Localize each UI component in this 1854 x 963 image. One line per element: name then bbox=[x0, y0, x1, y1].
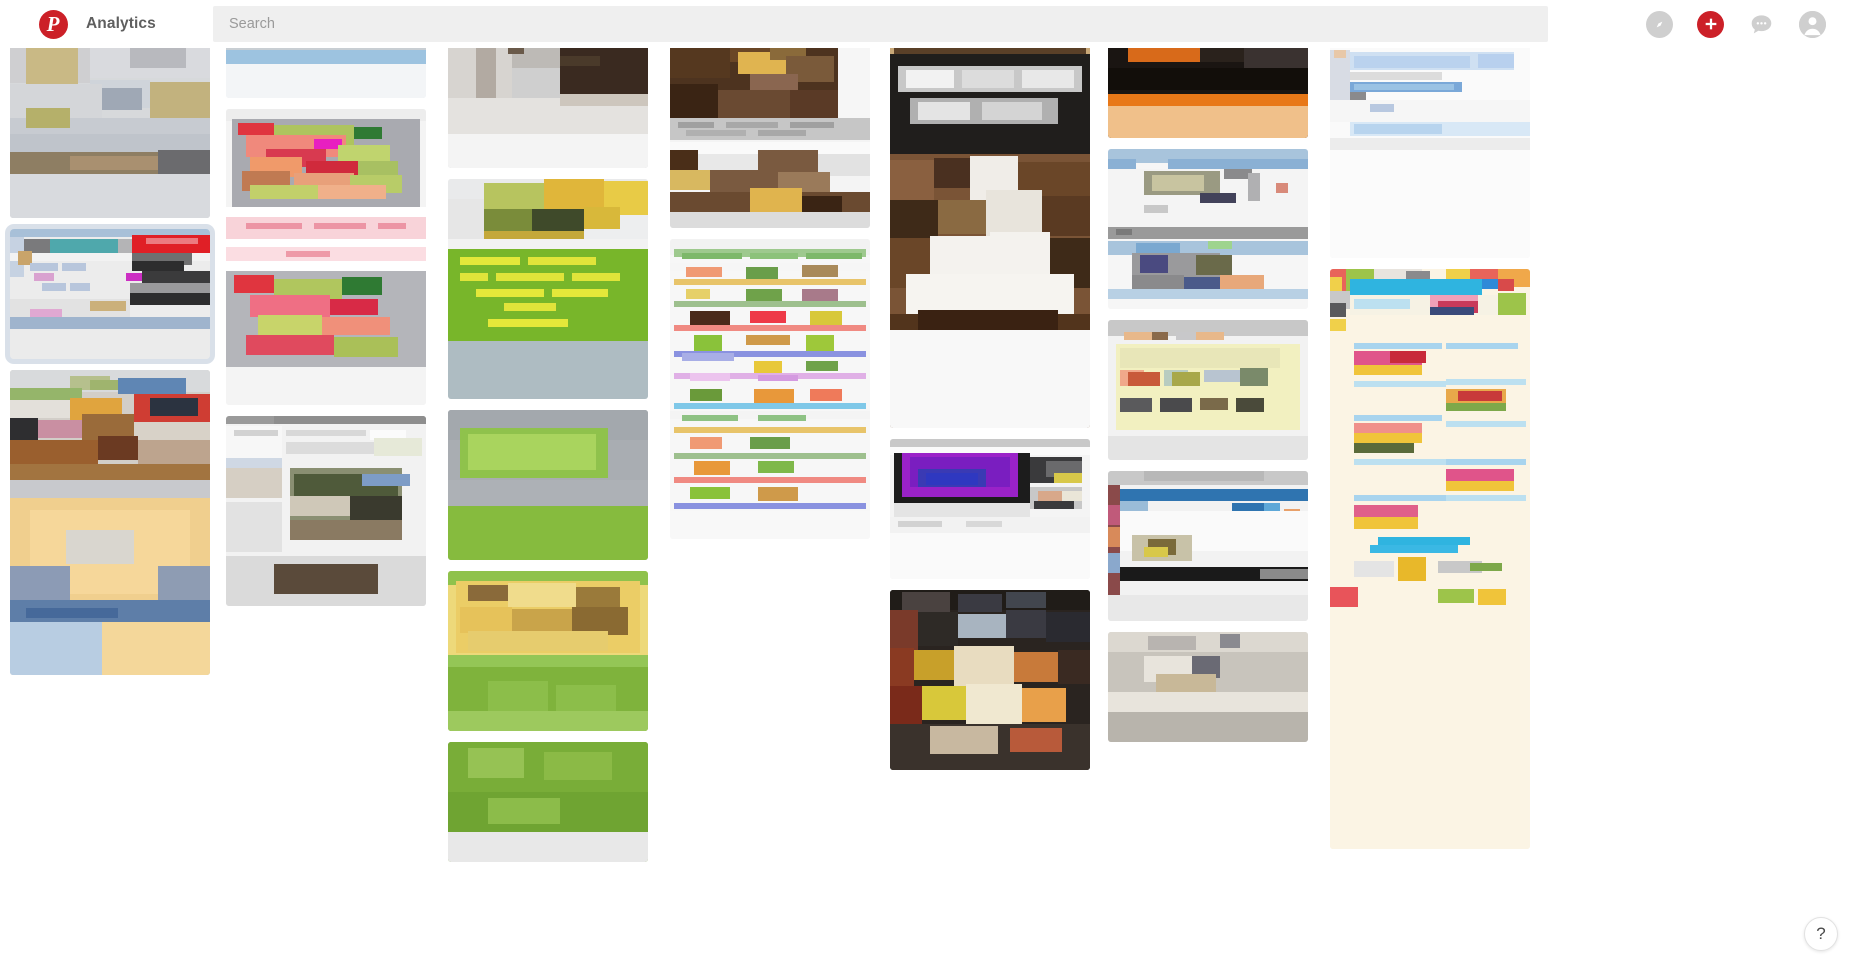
pin-card[interactable] bbox=[448, 742, 648, 862]
pin-image bbox=[10, 229, 210, 359]
pin-card[interactable] bbox=[10, 48, 210, 218]
pin-column bbox=[226, 48, 426, 617]
pin-card[interactable] bbox=[448, 571, 648, 731]
pin-column bbox=[1330, 48, 1530, 860]
pin-column bbox=[448, 48, 648, 873]
pin-card[interactable] bbox=[1330, 48, 1530, 258]
pin-card[interactable] bbox=[448, 179, 648, 399]
pin-image bbox=[448, 571, 648, 731]
pin-card[interactable] bbox=[1108, 48, 1308, 138]
pin-image bbox=[226, 109, 426, 405]
profile-avatar-icon[interactable] bbox=[1799, 10, 1826, 38]
pin-image bbox=[1108, 471, 1308, 621]
pin-card[interactable] bbox=[1108, 632, 1308, 742]
pin-image bbox=[448, 742, 648, 862]
pin-column bbox=[10, 48, 210, 686]
search-input[interactable] bbox=[213, 6, 1548, 42]
pin-image bbox=[1108, 632, 1308, 742]
pin-image bbox=[1108, 149, 1308, 309]
pin-card[interactable] bbox=[890, 439, 1090, 579]
pin-card[interactable] bbox=[1108, 320, 1308, 460]
pin-image bbox=[1108, 48, 1308, 138]
pin-card[interactable] bbox=[890, 48, 1090, 428]
pin-column bbox=[890, 48, 1090, 781]
pin-image bbox=[1330, 48, 1530, 258]
pin-image bbox=[890, 48, 1090, 428]
pin-card[interactable] bbox=[10, 229, 210, 359]
messages-icon[interactable] bbox=[1748, 11, 1775, 38]
help-button[interactable]: ? bbox=[1804, 917, 1838, 951]
pinterest-logo-button[interactable]: P bbox=[38, 9, 68, 39]
pin-image bbox=[226, 416, 426, 606]
pin-image bbox=[448, 48, 648, 168]
create-pin-icon[interactable] bbox=[1697, 10, 1724, 38]
pin-card[interactable] bbox=[670, 239, 870, 539]
pin-image bbox=[1330, 269, 1530, 849]
pin-masonry-grid[interactable] bbox=[0, 48, 1854, 963]
explore-compass-icon[interactable] bbox=[1646, 10, 1673, 38]
pin-card[interactable] bbox=[670, 48, 870, 228]
pin-column bbox=[670, 48, 870, 550]
pin-card[interactable] bbox=[1330, 269, 1530, 849]
header-icon-group bbox=[1646, 0, 1826, 48]
pin-card[interactable] bbox=[226, 416, 426, 606]
pin-image bbox=[890, 439, 1090, 579]
top-navigation-bar: P Analytics bbox=[0, 0, 1854, 48]
pin-image bbox=[670, 48, 870, 228]
pin-card[interactable] bbox=[10, 370, 210, 675]
pinterest-logo-icon: P bbox=[38, 9, 68, 39]
pin-image bbox=[670, 239, 870, 539]
pin-card[interactable] bbox=[448, 410, 648, 560]
pin-card[interactable] bbox=[226, 48, 426, 98]
pin-card[interactable] bbox=[448, 48, 648, 168]
pin-image bbox=[10, 48, 210, 218]
pin-image bbox=[448, 410, 648, 560]
pin-image bbox=[890, 590, 1090, 770]
page-title: Analytics bbox=[86, 15, 156, 32]
pin-image bbox=[10, 370, 210, 675]
pin-column bbox=[1108, 48, 1308, 753]
pin-image bbox=[448, 179, 648, 399]
pin-card[interactable] bbox=[1108, 149, 1308, 309]
pin-card[interactable] bbox=[1108, 471, 1308, 621]
pin-image bbox=[1108, 320, 1308, 460]
pin-card[interactable] bbox=[226, 109, 426, 405]
pin-image bbox=[226, 48, 426, 98]
pin-card[interactable] bbox=[890, 590, 1090, 770]
